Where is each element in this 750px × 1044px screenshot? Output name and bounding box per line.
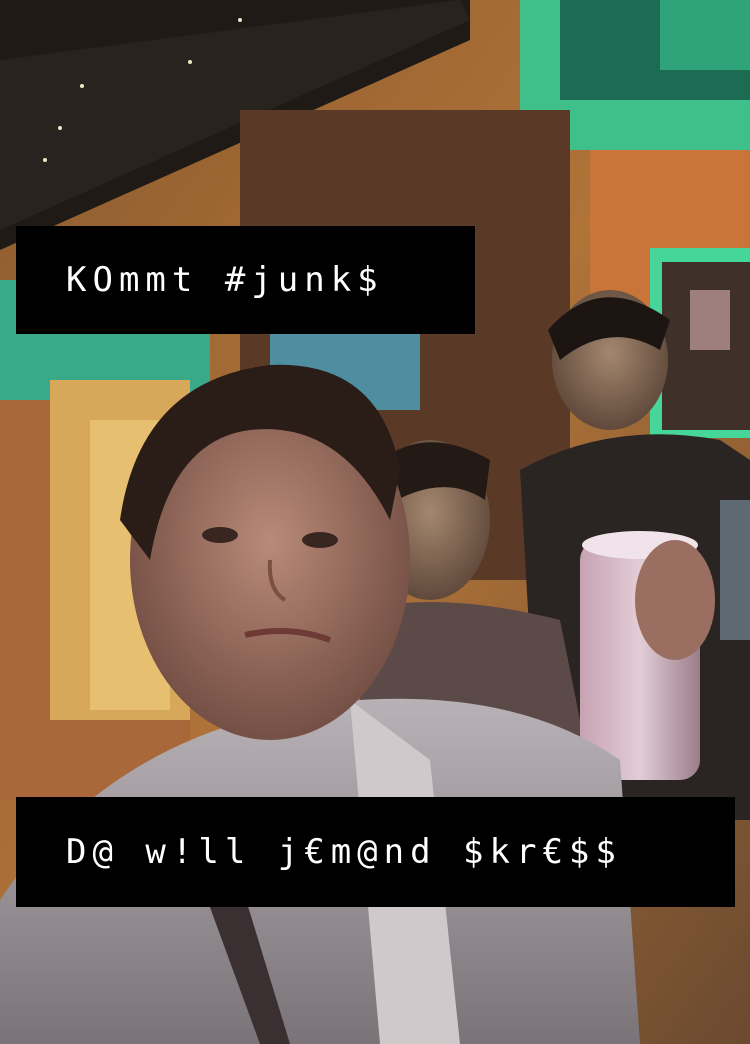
caption-top: KOmmt #junk$ — [16, 226, 475, 334]
snap-photo: KOmmt #junk$ D@ w!ll j€m@nd $kr€$$ — [0, 0, 750, 1044]
caption-bottom: D@ w!ll j€m@nd $kr€$$ — [16, 797, 735, 907]
